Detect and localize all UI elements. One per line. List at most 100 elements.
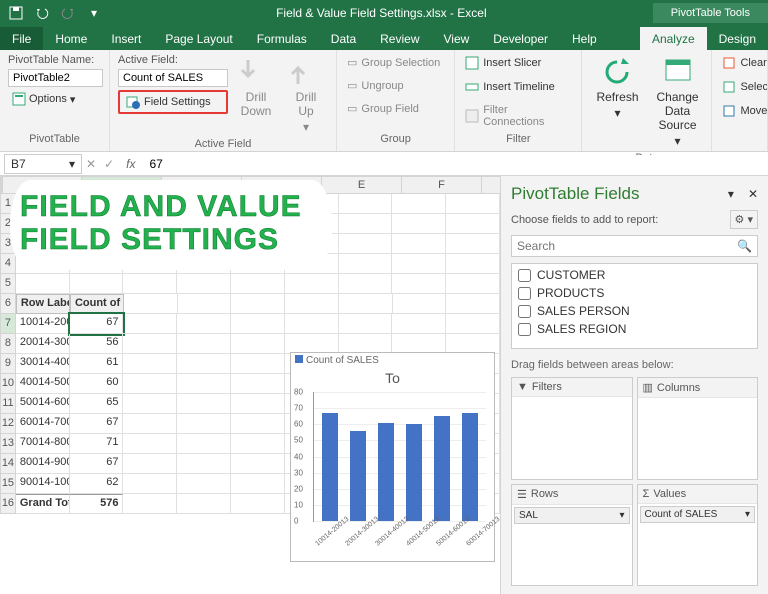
cell[interactable]: 576	[70, 494, 124, 514]
fx-icon[interactable]: fx	[118, 157, 143, 171]
cancel-icon[interactable]: ✕	[82, 157, 100, 171]
cell[interactable]	[446, 234, 500, 254]
cell[interactable]	[177, 374, 231, 394]
cell[interactable]	[285, 334, 339, 354]
cell[interactable]	[339, 194, 393, 214]
cell[interactable]	[339, 254, 393, 274]
cell[interactable]	[231, 354, 285, 374]
field-item[interactable]: PRODUCTS	[512, 284, 757, 302]
cell[interactable]	[339, 274, 393, 294]
cell[interactable]	[392, 274, 446, 294]
cell[interactable]	[177, 354, 231, 374]
cell[interactable]	[123, 414, 177, 434]
field-checkbox[interactable]	[518, 323, 531, 336]
insert-timeline-button[interactable]: Insert Timeline	[463, 78, 573, 96]
cell[interactable]	[177, 454, 231, 474]
tab-analyze[interactable]: Analyze	[640, 27, 707, 50]
qat-more-icon[interactable]: ▾	[84, 3, 104, 23]
rows-drop-item[interactable]: SAL▾	[514, 507, 630, 524]
cell[interactable]	[446, 334, 500, 354]
values-drop-item[interactable]: Count of SALES▾	[640, 506, 756, 523]
row-header-9[interactable]: 9	[0, 354, 16, 374]
cell[interactable]	[123, 394, 177, 414]
field-item[interactable]: CUSTOMER	[512, 266, 757, 284]
cell[interactable]: 40014-50013	[16, 374, 70, 394]
cell[interactable]	[123, 374, 177, 394]
cell[interactable]	[16, 274, 70, 294]
change-data-source-button[interactable]: Change Data Source ▾	[651, 54, 705, 150]
cell[interactable]	[392, 334, 446, 354]
row-header-14[interactable]: 14	[0, 454, 16, 474]
field-checkbox[interactable]	[518, 305, 531, 318]
cell[interactable]: Grand Total	[16, 494, 70, 514]
cell[interactable]	[392, 314, 446, 334]
cell[interactable]: 30014-40013	[16, 354, 70, 374]
cell[interactable]	[446, 194, 500, 214]
refresh-button[interactable]: Refresh ▾	[590, 54, 644, 122]
cell[interactable]: 61	[70, 354, 124, 374]
row-header-12[interactable]: 12	[0, 414, 16, 434]
cell[interactable]	[123, 494, 177, 514]
cell[interactable]	[285, 274, 339, 294]
redo-icon[interactable]	[58, 3, 78, 23]
cell[interactable]	[339, 234, 393, 254]
select-button[interactable]: Select	[720, 78, 768, 96]
field-checkbox[interactable]	[518, 287, 531, 300]
cell[interactable]: 62	[70, 474, 124, 494]
pane-field-list[interactable]: CUSTOMERPRODUCTSSALES PERSONSALES REGION	[511, 263, 758, 349]
cell[interactable]	[123, 434, 177, 454]
cell[interactable]	[123, 314, 177, 334]
undo-icon[interactable]	[32, 3, 52, 23]
name-box[interactable]: B7▾	[4, 154, 82, 174]
cell[interactable]	[392, 214, 446, 234]
cell[interactable]	[446, 274, 500, 294]
clear-button[interactable]: Clear	[720, 54, 768, 72]
cell[interactable]	[177, 434, 231, 454]
active-field-input[interactable]	[118, 69, 228, 87]
cell[interactable]	[177, 314, 231, 334]
cell[interactable]: 80014-90013	[16, 454, 70, 474]
insert-slicer-button[interactable]: Insert Slicer	[463, 54, 573, 72]
cell[interactable]	[393, 294, 447, 314]
tab-design[interactable]: Design	[707, 27, 768, 50]
cell[interactable]	[231, 274, 285, 294]
pane-search[interactable]: 🔍	[511, 235, 758, 257]
row-header-13[interactable]: 13	[0, 434, 16, 454]
row-header-11[interactable]: 11	[0, 394, 16, 414]
col-header-G[interactable]: G	[482, 176, 500, 194]
cell[interactable]	[339, 334, 393, 354]
row-header-15[interactable]: 15	[0, 474, 16, 494]
pane-dropdown-icon[interactable]: ▾	[728, 187, 734, 201]
tab-formulas[interactable]: Formulas	[245, 27, 319, 50]
col-header-E[interactable]: E	[322, 176, 402, 194]
cell[interactable]: 10014-20013	[16, 314, 70, 334]
row-header-10[interactable]: 10	[0, 374, 16, 394]
move-button[interactable]: Move	[720, 102, 768, 120]
cell[interactable]	[339, 294, 393, 314]
cell[interactable]	[177, 334, 231, 354]
namebox-dropdown-icon[interactable]: ▾	[69, 157, 75, 171]
cell[interactable]	[231, 334, 285, 354]
cell[interactable]: 50014-60013	[16, 394, 70, 414]
area-filters[interactable]: ▼Filters	[511, 377, 633, 480]
field-item[interactable]: SALES REGION	[512, 320, 757, 338]
save-icon[interactable]	[6, 3, 26, 23]
cell[interactable]	[231, 374, 285, 394]
cell[interactable]	[446, 294, 500, 314]
cell[interactable]: 56	[70, 334, 124, 354]
cell[interactable]	[446, 254, 500, 274]
cell[interactable]	[231, 454, 285, 474]
tab-page-layout[interactable]: Page Layout	[153, 27, 244, 50]
tab-file[interactable]: File	[0, 27, 43, 50]
cell[interactable]	[446, 314, 500, 334]
cell[interactable]: 70014-80013	[16, 434, 70, 454]
tab-review[interactable]: Review	[368, 27, 431, 50]
cell[interactable]	[123, 274, 177, 294]
cell[interactable]: 20014-30013	[16, 334, 70, 354]
cell[interactable]	[392, 234, 446, 254]
cell[interactable]	[123, 474, 177, 494]
cell[interactable]	[392, 194, 446, 214]
row-header-8[interactable]: 8	[0, 334, 16, 354]
cell[interactable]	[177, 394, 231, 414]
cell[interactable]: Count of SALES	[70, 294, 124, 314]
